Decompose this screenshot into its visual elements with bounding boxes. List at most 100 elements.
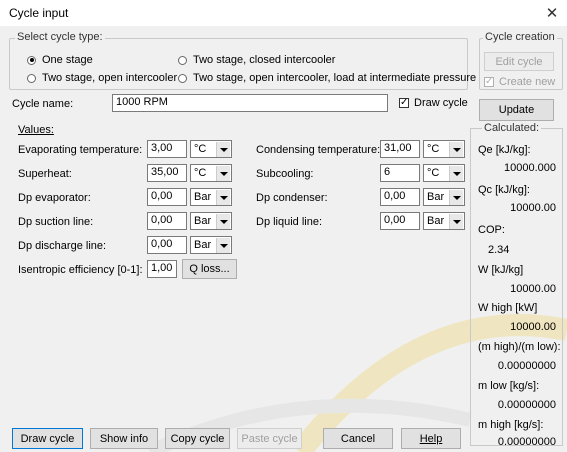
create-new-checkbox[interactable]: ✓ Create new: [484, 76, 555, 88]
w-high-value: 10000.00: [510, 321, 556, 333]
radio-unselected-icon: [178, 55, 187, 65]
radio-two-stage-closed[interactable]: Two stage, closed intercooler: [178, 54, 335, 66]
isentropic-efficiency-label: Isentropic efficiency [0-1]:: [18, 264, 143, 276]
evaporating-temperature-input[interactable]: 3,00: [147, 140, 187, 158]
radio-two-stage-open-load[interactable]: Two stage, open intercooler, load at int…: [178, 72, 476, 84]
show-info-button[interactable]: Show info: [90, 428, 158, 449]
cop-label: COP:: [478, 224, 505, 236]
radio-selected-icon: [27, 55, 36, 65]
radio-label: One stage: [42, 54, 93, 66]
qe-value: 10000.000: [504, 162, 556, 174]
dp-evaporator-unit[interactable]: Bar: [190, 188, 232, 206]
m-low-value: 0.00000000: [497, 399, 556, 411]
chevron-down-icon: [449, 166, 463, 181]
unit-value: °C: [194, 143, 207, 155]
superheat-label: Superheat:: [18, 168, 72, 180]
radio-unselected-icon: [178, 73, 187, 83]
w-value: 10000.00: [510, 283, 556, 295]
chevron-down-icon: [216, 214, 230, 229]
dp-liquid-line-unit[interactable]: Bar: [423, 212, 465, 230]
cancel-button[interactable]: Cancel: [323, 428, 393, 449]
chevron-down-icon: [449, 214, 463, 229]
unit-value: Bar: [194, 191, 212, 203]
subcooling-input[interactable]: 6: [380, 164, 420, 182]
mass-ratio-label: (m high)/(m low):: [478, 341, 561, 353]
update-button[interactable]: Update: [479, 99, 554, 121]
radio-one-stage[interactable]: One stage: [27, 54, 93, 66]
dp-evaporator-input[interactable]: 0,00: [147, 188, 187, 206]
dp-condenser-unit[interactable]: Bar: [423, 188, 465, 206]
condensing-temperature-unit[interactable]: °C: [423, 140, 465, 158]
edit-cycle-button[interactable]: Edit cycle: [484, 52, 554, 71]
isentropic-efficiency-input[interactable]: 1,00: [147, 260, 177, 278]
subcooling-label: Subcooling:: [256, 168, 314, 180]
unit-value: Bar: [427, 191, 445, 203]
mass-ratio-value: 0.00000000: [497, 360, 556, 372]
cycle-input-dialog: Cycle input ✕ Select cycle type: One sta…: [0, 0, 567, 452]
cop-value: 2.34: [488, 244, 510, 256]
dp-discharge-line-input[interactable]: 0,00: [147, 236, 187, 254]
subcooling-unit[interactable]: °C: [423, 164, 465, 182]
m-high-label: m high [kg/s]:: [478, 419, 544, 431]
condensing-temperature-input[interactable]: 31,00: [380, 140, 420, 158]
calculated-legend: Calculated:: [482, 122, 542, 134]
cycle-creation-legend: Cycle creation: [483, 31, 557, 43]
evaporating-temperature-label: Evaporating temperature:: [18, 144, 143, 156]
superheat-input[interactable]: 35,00: [147, 164, 187, 182]
radio-label: Two stage, open intercooler: [42, 72, 178, 84]
window-title: Cycle input: [9, 6, 69, 20]
radio-unselected-icon: [27, 73, 36, 83]
w-high-label: W high [kW]: [478, 302, 538, 314]
evaporating-temperature-unit[interactable]: °C: [190, 140, 232, 158]
copy-cycle-button[interactable]: Copy cycle: [165, 428, 230, 449]
cycle-name-label: Cycle name:: [12, 98, 74, 110]
qc-label: Qc [kJ/kg]:: [478, 184, 530, 196]
unit-value: Bar: [427, 215, 445, 227]
unit-value: °C: [194, 167, 207, 179]
radio-label: Two stage, open intercooler, load at int…: [193, 72, 477, 84]
checkbox-checked-icon: ✓: [399, 97, 409, 108]
radio-two-stage-open[interactable]: Two stage, open intercooler: [27, 72, 177, 84]
chevron-down-icon: [216, 190, 230, 205]
dp-suction-line-label: Dp suction line:: [18, 216, 94, 228]
qc-value: 10000.00: [510, 202, 556, 214]
close-icon[interactable]: ✕: [545, 4, 559, 22]
chevron-down-icon: [216, 166, 230, 181]
qe-label: Qe [kJ/kg]:: [478, 144, 531, 156]
unit-value: °C: [427, 143, 440, 155]
unit-value: °C: [427, 167, 440, 179]
condensing-temperature-label: Condensing temperature:: [256, 144, 381, 156]
draw-cycle-button[interactable]: Draw cycle: [12, 428, 83, 449]
help-button[interactable]: Help: [401, 428, 461, 449]
chevron-down-icon: [216, 238, 230, 253]
m-low-label: m low [kg/s]:: [478, 380, 540, 392]
draw-cycle-label: Draw cycle: [414, 97, 468, 109]
chevron-down-icon: [449, 190, 463, 205]
dp-suction-line-unit[interactable]: Bar: [190, 212, 232, 230]
m-high-value: 0.00000000: [497, 436, 556, 448]
dp-suction-line-input[interactable]: 0,00: [147, 212, 187, 230]
radio-label: Two stage, closed intercooler: [193, 54, 336, 66]
unit-value: Bar: [194, 215, 212, 227]
dp-condenser-input[interactable]: 0,00: [380, 188, 420, 206]
dp-evaporator-label: Dp evaporator:: [18, 192, 91, 204]
chevron-down-icon: [449, 142, 463, 157]
w-label: W [kJ/kg]: [478, 264, 524, 276]
cycle-type-legend: Select cycle type:: [15, 31, 105, 43]
values-label: Values:: [18, 124, 54, 136]
checkbox-checked-icon: ✓: [484, 76, 494, 87]
dp-discharge-line-unit[interactable]: Bar: [190, 236, 232, 254]
dp-liquid-line-input[interactable]: 0,00: [380, 212, 420, 230]
superheat-unit[interactable]: °C: [190, 164, 232, 182]
unit-value: Bar: [194, 239, 212, 251]
dp-discharge-line-label: Dp discharge line:: [18, 240, 107, 252]
dp-liquid-line-label: Dp liquid line:: [256, 216, 323, 228]
dp-condenser-label: Dp condenser:: [256, 192, 328, 204]
cycle-name-input[interactable]: 1000 RPM: [112, 94, 388, 112]
chevron-down-icon: [216, 142, 230, 157]
q-loss-button[interactable]: Q loss...: [182, 259, 237, 279]
paste-cycle-button[interactable]: Paste cycle: [237, 428, 302, 449]
title-bar: Cycle input ✕: [0, 0, 567, 26]
create-new-label: Create new: [499, 76, 556, 88]
draw-cycle-checkbox[interactable]: ✓ Draw cycle: [399, 97, 468, 109]
